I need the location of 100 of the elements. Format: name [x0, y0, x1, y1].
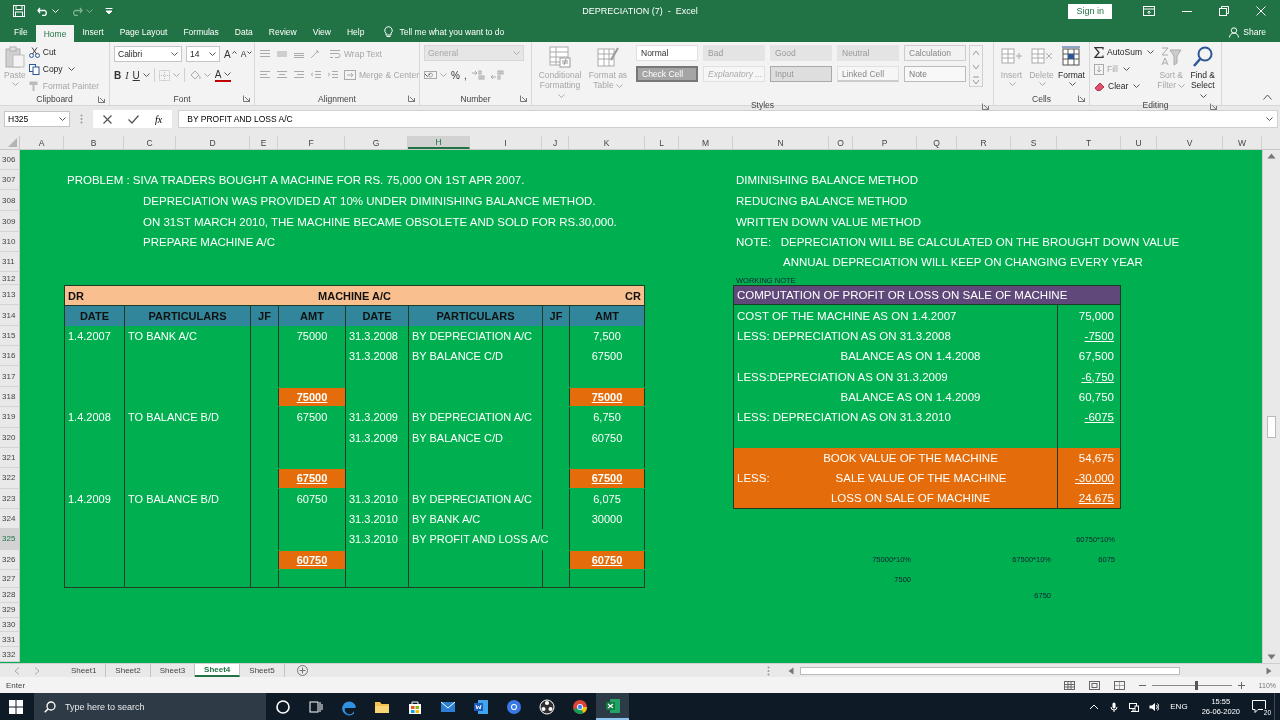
column-header[interactable]: V — [1157, 136, 1223, 149]
ribbon-tab[interactable]: Page Layout — [111, 22, 176, 42]
row-header[interactable]: 318 — [0, 386, 20, 408]
sheet-tab[interactable]: Sheet4 — [195, 664, 241, 677]
share-button[interactable]: Share — [1229, 22, 1280, 42]
autosum-button[interactable]: AutoSum — [1094, 45, 1154, 59]
row-header[interactable]: 312 — [0, 272, 20, 285]
row-header[interactable]: 324 — [0, 508, 20, 530]
ribbon-display-icon[interactable] — [1143, 6, 1155, 16]
column-header[interactable]: O — [829, 136, 853, 149]
cancel-icon[interactable] — [103, 114, 112, 124]
increase-indent-icon[interactable] — [327, 70, 339, 80]
dialog-launcher-icon[interactable] — [1078, 95, 1085, 102]
sign-in-button[interactable]: Sign in — [1068, 3, 1112, 19]
font-color-button[interactable]: A — [214, 68, 232, 82]
cells-button[interactable]: Format — [1058, 45, 1085, 86]
increase-decimal-icon[interactable] — [470, 70, 485, 80]
microphone-icon[interactable] — [1109, 701, 1120, 712]
cell-style-button[interactable]: Note — [904, 66, 966, 82]
ribbon-tab[interactable]: Data — [226, 22, 261, 42]
scrollbar-thumb[interactable] — [800, 666, 1180, 675]
row-header[interactable]: 326 — [0, 549, 20, 571]
row-header[interactable]: 320 — [0, 427, 20, 448]
row-header[interactable]: 316 — [0, 346, 20, 367]
insert-function-button[interactable]: fx — [155, 113, 163, 125]
horizontal-scrollbar[interactable] — [786, 664, 1274, 677]
network-icon[interactable] — [1129, 701, 1140, 712]
language-indicator[interactable]: ENG — [1170, 702, 1188, 711]
scroll-down-icon[interactable] — [1267, 654, 1276, 660]
dialog-launcher-icon[interactable] — [98, 96, 105, 103]
dialog-launcher-icon[interactable] — [1210, 103, 1217, 110]
row-header[interactable]: 306 — [0, 150, 20, 170]
align-left-icon[interactable] — [259, 70, 271, 80]
shrink-font-button[interactable]: A — [240, 49, 253, 59]
ribbon-tab[interactable]: Home — [35, 25, 75, 42]
cell-style-button[interactable]: Normal — [636, 45, 698, 61]
copy-button[interactable]: Copy — [28, 62, 99, 76]
page-break-view-icon[interactable] — [1113, 680, 1125, 690]
italic-button[interactable]: I — [125, 69, 129, 81]
save-icon[interactable] — [13, 5, 25, 17]
vertical-scrollbar[interactable] — [1262, 150, 1280, 663]
row-header[interactable]: 311 — [0, 252, 20, 272]
column-header[interactable]: S — [1011, 136, 1057, 149]
ribbon-tab[interactable]: Help — [338, 22, 373, 42]
ribbon-tab[interactable]: Formulas — [175, 22, 227, 42]
align-right-icon[interactable] — [293, 70, 305, 80]
notification-icon[interactable] — [1252, 700, 1266, 713]
currency-button[interactable] — [424, 70, 447, 80]
column-header[interactable]: I — [470, 136, 542, 149]
column-header[interactable]: F — [278, 136, 345, 149]
column-header[interactable]: E — [250, 136, 278, 149]
row-header[interactable]: 314 — [0, 305, 20, 326]
row-header[interactable]: 313 — [0, 285, 20, 306]
slider-thumb[interactable] — [1194, 680, 1198, 690]
undo-icon[interactable] — [37, 6, 49, 16]
row-header[interactable]: 332 — [0, 647, 20, 662]
bold-button[interactable]: B — [114, 69, 122, 81]
restore-icon[interactable] — [1219, 6, 1229, 16]
font-size-field[interactable]: 14 — [186, 46, 220, 62]
dialog-launcher-icon[interactable] — [520, 95, 527, 102]
row-header[interactable]: 315 — [0, 325, 20, 347]
row-header[interactable]: 325 — [0, 529, 20, 550]
dialog-launcher-icon[interactable] — [982, 103, 989, 110]
customize-icon[interactable] — [105, 7, 113, 15]
normal-view-icon[interactable] — [1063, 680, 1075, 690]
row-header[interactable]: 310 — [0, 232, 20, 252]
formula-field[interactable]: BY PROFIT AND LOSS A/C — [178, 110, 1278, 128]
column-header[interactable]: W — [1223, 136, 1262, 149]
row-header[interactable]: 328 — [0, 588, 20, 603]
windows-logo-icon[interactable] — [9, 699, 23, 714]
row-header[interactable]: 327 — [0, 570, 20, 589]
zoom-in-icon[interactable] — [1237, 681, 1245, 689]
scrollbar-thumb[interactable] — [1267, 416, 1276, 438]
scroll-up-icon[interactable] — [1267, 153, 1276, 159]
tell-me-search[interactable]: Tell me what you want to do — [372, 22, 505, 42]
column-header[interactable]: H — [408, 136, 470, 149]
ribbon-tab[interactable]: View — [304, 22, 339, 42]
decrease-indent-icon[interactable] — [310, 70, 322, 80]
column-header[interactable]: U — [1121, 136, 1157, 149]
column-header[interactable]: B — [64, 136, 124, 149]
column-header[interactable]: Q — [917, 136, 957, 149]
ribbon-tab[interactable]: Review — [260, 22, 305, 42]
underline-button[interactable]: U — [132, 69, 150, 81]
find-select-button[interactable]: Find & Select — [1188, 45, 1217, 100]
column-header[interactable]: R — [957, 136, 1011, 149]
taskbar-button[interactable] — [596, 693, 629, 720]
row-header[interactable]: 321 — [0, 447, 20, 469]
row-header[interactable]: 307 — [0, 170, 20, 190]
column-header[interactable]: C — [124, 136, 176, 149]
top-align-icon[interactable] — [259, 49, 271, 59]
percent-button[interactable]: % — [451, 69, 460, 81]
column-header[interactable]: A — [20, 136, 64, 149]
grow-font-button[interactable]: A — [224, 48, 237, 60]
decrease-decimal-icon[interactable] — [489, 70, 504, 80]
column-header[interactable]: N — [733, 136, 829, 149]
scroll-left-icon[interactable] — [788, 666, 794, 675]
row-header[interactable]: 317 — [0, 366, 20, 387]
fill-color-button[interactable] — [188, 69, 211, 81]
name-box[interactable]: H325 — [4, 111, 70, 127]
ribbon-tab[interactable]: Insert — [74, 22, 112, 42]
